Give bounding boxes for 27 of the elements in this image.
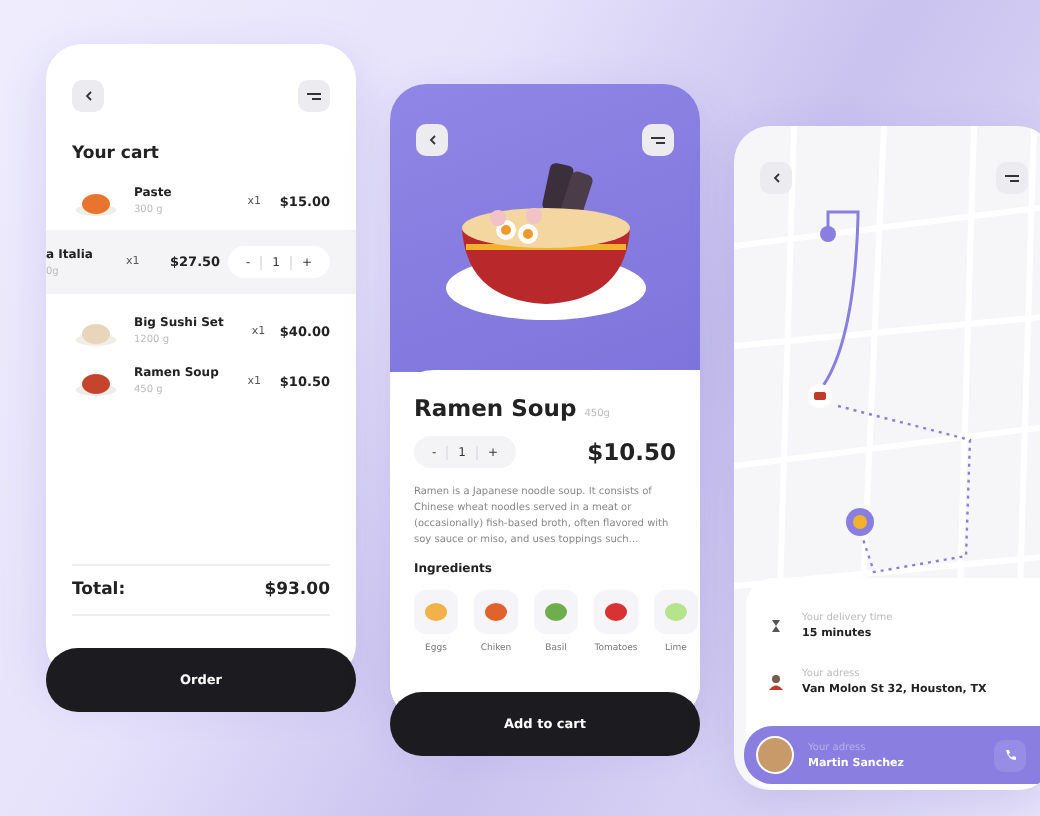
ingredient-tile[interactable] (594, 590, 638, 634)
hourglass-icon (766, 616, 786, 636)
screen-title: Your cart (70, 142, 161, 168)
menu-icon (306, 91, 322, 101)
menu-button[interactable] (642, 124, 674, 156)
person-icon (766, 672, 786, 692)
total-amount: $93.00 (264, 580, 330, 600)
ingredient-tile[interactable] (654, 590, 698, 634)
back-button[interactable] (760, 162, 792, 194)
menu-icon (650, 135, 666, 145)
back-button[interactable] (416, 124, 448, 156)
back-icon (83, 90, 93, 102)
product-price: $10.50 (587, 438, 676, 466)
back-icon (427, 134, 437, 146)
ingredient-tile[interactable] (414, 590, 458, 634)
call-button[interactable] (994, 739, 1026, 771)
ingredient-tile[interactable] (534, 590, 578, 634)
ingredient-tile[interactable] (474, 590, 518, 634)
avatar (756, 736, 794, 774)
menu-button[interactable] (298, 80, 330, 112)
back-icon (771, 172, 781, 184)
product-name: Ramen Soup (414, 394, 577, 422)
back-button[interactable] (72, 80, 104, 112)
menu-button[interactable] (996, 162, 1028, 194)
menu-icon (1004, 173, 1020, 183)
phone-icon (1003, 748, 1017, 762)
total-label: Total: (72, 580, 126, 600)
